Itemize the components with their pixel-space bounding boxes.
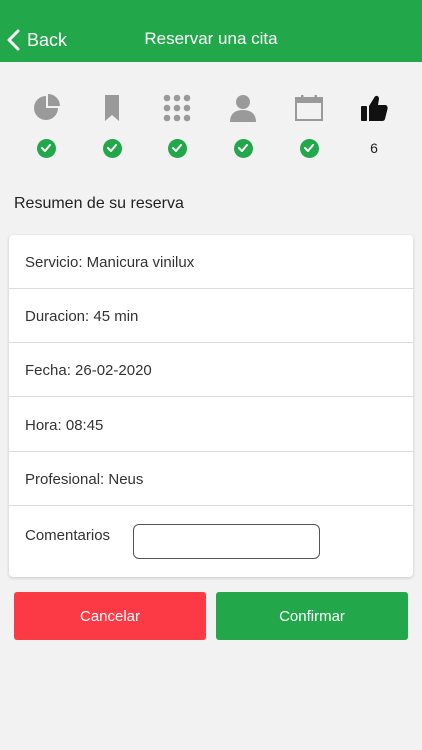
check-icon bbox=[36, 138, 56, 158]
summary-row-professional: Profesional: Neus bbox=[9, 452, 413, 506]
summary-title: Resumen de su reserva bbox=[14, 195, 184, 212]
check-icon bbox=[167, 138, 187, 158]
summary-card: Servicio: Manicura vinilux Duracion: 45 … bbox=[9, 235, 413, 577]
step-option[interactable] bbox=[147, 92, 207, 162]
step-number: 6 bbox=[370, 140, 378, 156]
check-icon bbox=[233, 138, 253, 158]
calendar-icon bbox=[293, 92, 325, 124]
page-title: Reservar una cita bbox=[144, 29, 278, 48]
summary-row-duration: Duracion: 45 min bbox=[9, 289, 413, 343]
user-icon bbox=[227, 92, 259, 124]
step-confirm[interactable]: 6 bbox=[344, 92, 404, 162]
date-text: Fecha: 26-02-2020 bbox=[25, 362, 152, 379]
comments-input[interactable] bbox=[133, 524, 320, 559]
service-text: Servicio: Manicura vinilux bbox=[25, 254, 195, 271]
step-service[interactable] bbox=[16, 92, 76, 162]
bookmark-icon bbox=[96, 92, 128, 124]
cancel-button[interactable]: Cancelar bbox=[14, 592, 206, 640]
step-professional[interactable] bbox=[213, 92, 273, 162]
step-category[interactable] bbox=[82, 92, 142, 162]
professional-text: Profesional: Neus bbox=[25, 471, 144, 488]
comments-label: Comentarios bbox=[25, 527, 111, 544]
top-navigation-bar: Back Reservar una cita bbox=[0, 0, 422, 62]
check-icon bbox=[299, 138, 319, 158]
grid-icon bbox=[161, 92, 193, 124]
summary-row-comments: Comentarios bbox=[9, 507, 413, 577]
confirm-button[interactable]: Confirmar bbox=[216, 592, 408, 640]
duration-text: Duracion: 45 min bbox=[25, 308, 139, 325]
thumbs-up-icon bbox=[358, 92, 390, 124]
summary-row-time: Hora: 08:45 bbox=[9, 398, 413, 452]
summary-row-service: Servicio: Manicura vinilux bbox=[9, 235, 413, 289]
booking-steps: 6 bbox=[0, 92, 422, 162]
time-text: Hora: 08:45 bbox=[25, 417, 104, 434]
pie-chart-icon bbox=[30, 92, 62, 124]
check-icon bbox=[102, 138, 122, 158]
summary-row-date: Fecha: 26-02-2020 bbox=[9, 343, 413, 397]
step-date[interactable] bbox=[279, 92, 339, 162]
